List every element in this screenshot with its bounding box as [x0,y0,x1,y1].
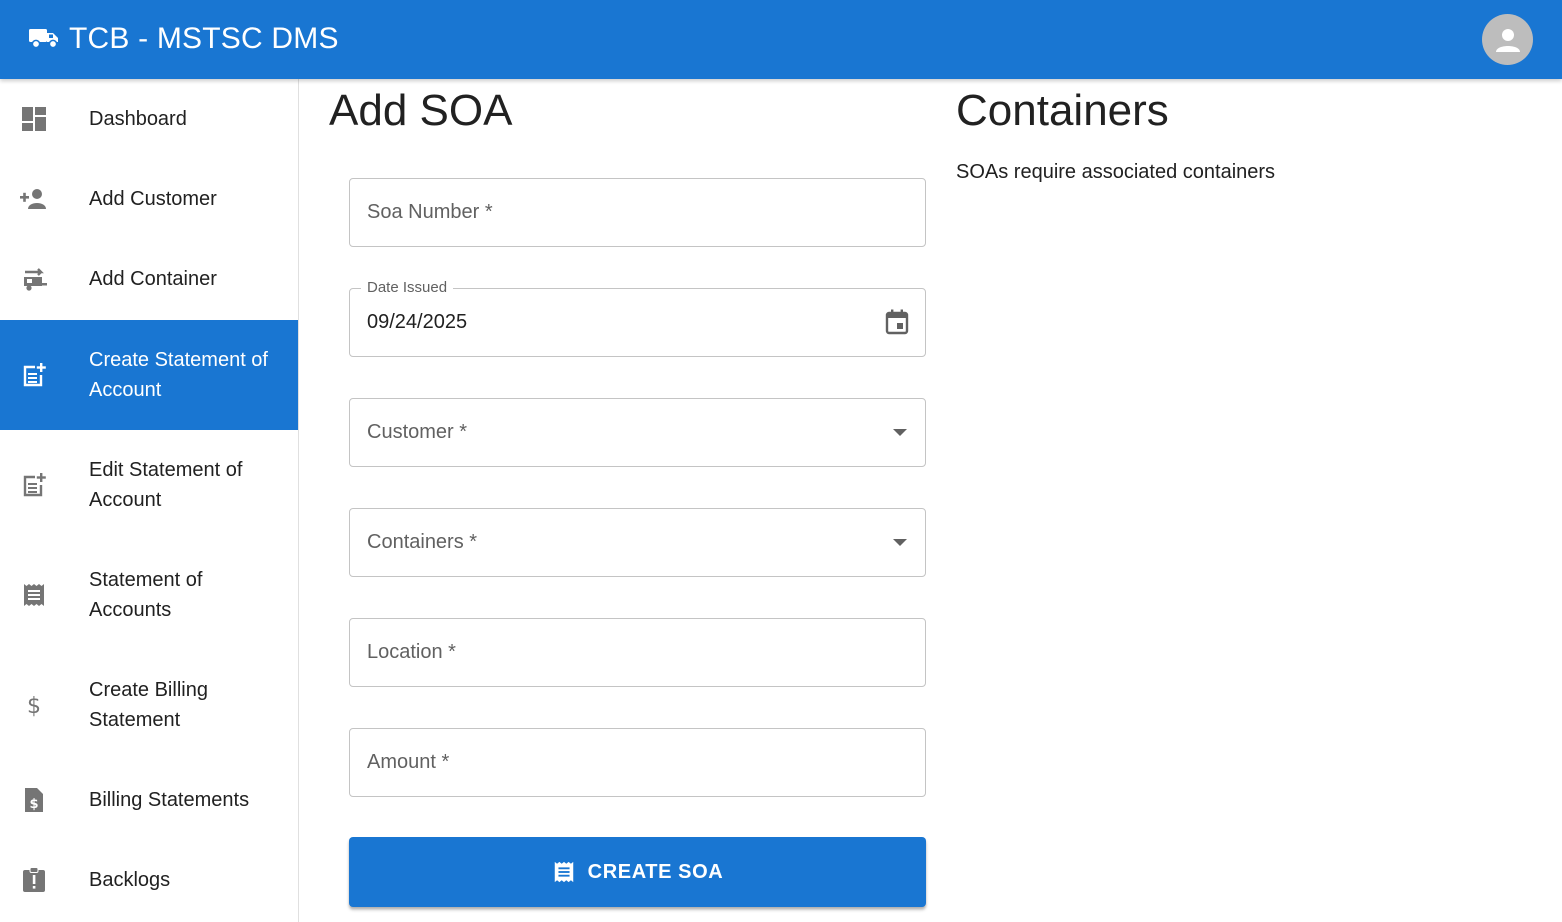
sidebar-item-label: Dashboard [89,108,187,130]
customer-select[interactable]: Customer * [349,398,926,467]
sidebar-item-label: Backlogs [89,869,171,891]
svg-text:$: $ [27,694,41,718]
sidebar-item-label: Create Billing Statement [89,679,208,731]
containers-select[interactable]: Containers * [349,508,926,577]
sidebar-item-label: Add Container [89,268,217,290]
chevron-down-icon [893,539,907,546]
page-title: Add SOA [329,86,513,135]
sidebar-item-label: Edit Statement of Account [89,459,243,511]
svg-text:$: $ [29,797,38,812]
rv-hookup-icon [20,265,48,293]
create-soa-button[interactable]: CREATE SOA [349,837,926,907]
amount-placeholder: Amount * [367,751,450,773]
receipt-icon [20,581,48,609]
assignment-late-icon [20,866,48,894]
post-add-icon [20,471,48,499]
containers-placeholder: Containers * [367,531,478,553]
sidebar-item-add-customer[interactable]: Add Customer [0,159,298,239]
amount-field[interactable]: Amount * [349,728,926,797]
person-add-icon [20,185,48,213]
sidebar-item-label: Create Statement of Account [89,349,268,401]
receipt-icon [554,861,573,883]
sidebar-item-create-billing[interactable]: $ Create Billing Statement [0,650,298,760]
date-issued-value: 09/24/2025 [367,311,468,333]
sidebar: Dashboard Add Customer Add Container Cre… [0,79,299,922]
sidebar-item-edit-soa[interactable]: Edit Statement of Account [0,430,298,540]
post-add-icon [20,361,48,389]
sidebar-item-label: Add Customer [89,188,217,210]
sidebar-item-label: Billing Statements [89,789,250,811]
sidebar-item-backlogs[interactable]: Backlogs [0,840,298,920]
soa-number-placeholder: Soa Number * [367,201,493,223]
dashboard-icon [20,105,48,133]
date-issued-label: Date Issued [361,279,454,297]
sidebar-item-label: Statement of Accounts [89,569,203,621]
app-bar: TCB - MSTSC DMS [0,0,1562,79]
date-issued-field[interactable]: Date Issued 09/24/2025 [349,279,926,357]
create-soa-label: CREATE SOA [587,860,724,883]
request-quote-icon: $ [20,786,48,814]
containers-heading: Containers [956,86,1169,135]
sidebar-item-billing-statements[interactable]: $ Billing Statements [0,760,298,840]
sidebar-item-dashboard[interactable]: Dashboard [0,79,298,159]
soa-number-field[interactable]: Soa Number * [349,178,926,247]
truck-icon [29,29,58,49]
location-field[interactable]: Location * [349,618,926,687]
customer-placeholder: Customer * [367,421,468,443]
sidebar-item-add-container[interactable]: Add Container [0,239,298,319]
chevron-down-icon [893,429,907,436]
account-icon [1495,28,1520,52]
location-placeholder: Location * [367,641,456,663]
sidebar-item-statement-of-accounts[interactable]: Statement of Accounts [0,540,298,650]
user-avatar[interactable] [1482,14,1533,65]
containers-note: SOAs require associated containers [956,161,1276,183]
dollar-icon: $ [20,691,48,719]
sidebar-item-create-soa[interactable]: Create Statement of Account [0,320,298,430]
calendar-icon[interactable] [883,308,911,336]
app-title: TCB - MSTSC DMS [69,22,339,55]
